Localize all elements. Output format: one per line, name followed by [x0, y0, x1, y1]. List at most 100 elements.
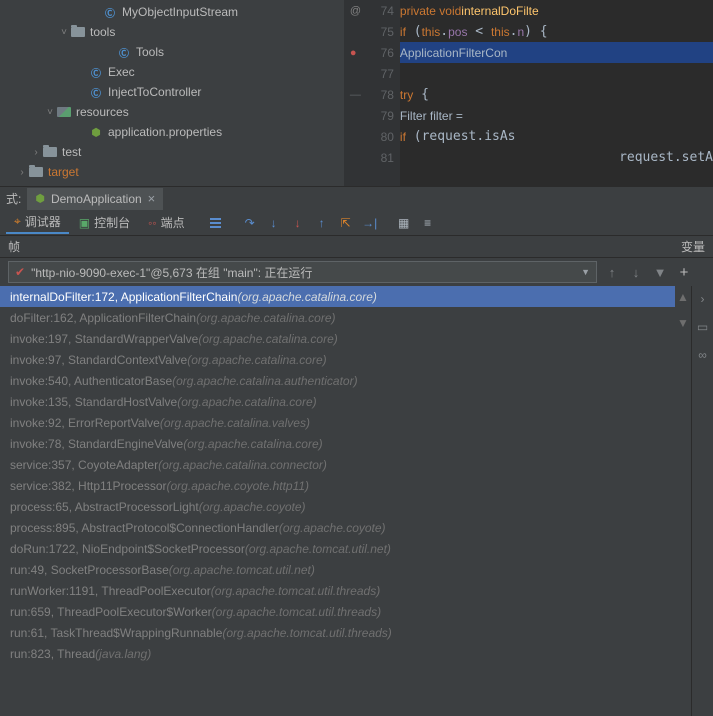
code-line[interactable]: if (request.isAs [400, 126, 713, 147]
tree-label: MyObjectInputStream [122, 5, 238, 19]
tab-console[interactable]: ▣ 控制台 [71, 212, 138, 233]
tab-breakpoints[interactable]: ◦◦ 端点 [140, 212, 193, 233]
code-line[interactable]: request.setA [400, 147, 713, 168]
stack-frame[interactable]: service:382, Http11Processor (org.apache… [0, 475, 675, 496]
gutter-line[interactable]: 77 [344, 63, 400, 84]
line-number: 81 [381, 151, 394, 165]
editor-code[interactable]: private void internalDoFilte if (this.po… [400, 0, 713, 186]
right-tool-gutter: › ▭ ∞ [691, 286, 713, 716]
scroll-up-icon[interactable]: ▲ [677, 290, 689, 304]
add-icon[interactable]: + [675, 264, 693, 281]
code-line[interactable] [400, 63, 713, 84]
frame-location: run:659, ThreadPoolExecutor$Worker [10, 605, 212, 619]
line-number: 77 [381, 67, 394, 81]
step-over-icon[interactable]: ↷ [239, 213, 261, 233]
tab-debugger[interactable]: ⌖ 调试器 [6, 211, 69, 234]
tree-label: Tools [136, 45, 164, 59]
run-to-cursor-icon[interactable]: →| [359, 213, 381, 233]
drop-frame-icon[interactable]: ⇱ [335, 213, 357, 233]
frame-package: (org.apache.coyote.http11) [167, 479, 310, 493]
scrollbar[interactable]: ▲ ▼ [675, 286, 691, 716]
stack-frame[interactable]: internalDoFilter:172, ApplicationFilterC… [0, 286, 675, 307]
folder-icon [42, 145, 58, 159]
console-icon: ▣ [79, 216, 90, 230]
stack-frame[interactable]: invoke:78, StandardEngineValve (org.apac… [0, 433, 675, 454]
code-line[interactable]: ApplicationFilterCon [400, 42, 713, 63]
scroll-down-icon[interactable]: ▼ [677, 316, 689, 330]
stack-frame[interactable]: invoke:97, StandardContextValve (org.apa… [0, 349, 675, 370]
stack-frame[interactable]: service:357, CoyoteAdapter (org.apache.c… [0, 454, 675, 475]
tree-item[interactable]: ⬢application.properties [0, 122, 344, 142]
editor[interactable]: @7475●76 77 — 78 7980 81 private void interna… [344, 0, 713, 186]
line-number: 74 [381, 4, 394, 18]
gutter-line[interactable]: 80 [344, 126, 400, 147]
code-line[interactable]: if (this.pos < this.n) { [400, 21, 713, 42]
tree-arrow-icon[interactable]: ˅ [44, 107, 56, 118]
stack-frame[interactable]: run:61, TaskThread$WrappingRunnable (org… [0, 622, 675, 643]
frame-package: (org.apache.catalina.core) [187, 353, 326, 367]
tree-item[interactable]: ⒸMyObjectInputStream [0, 2, 344, 22]
tree-arrow-icon[interactable]: ˅ [58, 27, 70, 38]
layout-icon[interactable] [205, 213, 227, 233]
arrow-right-icon[interactable]: › [701, 292, 705, 306]
gutter-line[interactable]: 81 [344, 147, 400, 168]
gutter-line[interactable]: 75 [344, 21, 400, 42]
tree-label: resources [76, 105, 129, 119]
gutter-mark-icon: — [350, 89, 361, 101]
stack-frame[interactable]: process:65, AbstractProcessorLight (org.… [0, 496, 675, 517]
stack-frame[interactable]: invoke:92, ErrorReportValve (org.apache.… [0, 412, 675, 433]
stack-frame[interactable]: invoke:135, StandardHostValve (org.apach… [0, 391, 675, 412]
next-frame-icon[interactable]: ↓ [627, 265, 645, 280]
tree-item[interactable]: ›target [0, 162, 344, 182]
stack-frame[interactable]: run:49, SocketProcessorBase (org.apache.… [0, 559, 675, 580]
gutter-line[interactable]: 79 [344, 105, 400, 126]
prev-frame-icon[interactable]: ↑ [603, 265, 621, 280]
close-icon[interactable]: × [148, 191, 156, 206]
frames-label: 帧 [8, 238, 20, 255]
clipboard-icon[interactable]: ▭ [697, 320, 708, 334]
tree-label: tools [90, 25, 115, 39]
tree-item[interactable]: ⒸInjectToController [0, 82, 344, 102]
gutter-line[interactable]: ●76 [344, 42, 400, 63]
code-line[interactable]: try { [400, 84, 713, 105]
force-step-into-icon[interactable]: ↓ [287, 213, 309, 233]
line-number: 78 [381, 88, 394, 102]
tree-label: InjectToController [108, 85, 201, 99]
run-tab[interactable]: ⬢ DemoApplication × [27, 188, 163, 210]
frame-package: (org.apache.tomcat.util.net) [169, 563, 315, 577]
stack-frame[interactable]: run:823, Thread (java.lang) [0, 643, 675, 664]
gutter-line[interactable]: @74 [344, 0, 400, 21]
step-out-icon[interactable]: ↑ [311, 213, 333, 233]
gutter-line[interactable]: — 78 [344, 84, 400, 105]
project-tree[interactable]: ⒸMyObjectInputStream ˅ tools ⒸToolsⒸExecⒸIn… [0, 0, 344, 186]
stack-frame[interactable]: invoke:197, StandardWrapperValve (org.ap… [0, 328, 675, 349]
glasses-icon[interactable]: ∞ [698, 348, 707, 362]
stack-frame[interactable]: runWorker:1191, ThreadPoolExecutor (org.… [0, 580, 675, 601]
tree-item[interactable]: ˅ tools [0, 22, 344, 42]
frame-package: (org.apache.tomcat.util.threads) [222, 626, 391, 640]
call-stack[interactable]: internalDoFilter:172, ApplicationFilterC… [0, 286, 675, 716]
frame-location: internalDoFilter:172, ApplicationFilterC… [10, 290, 237, 304]
tree-arrow-icon[interactable]: › [30, 147, 42, 158]
tree-item[interactable]: ›test [0, 142, 344, 162]
evaluate-icon[interactable]: ▦ [393, 213, 415, 233]
tree-item[interactable]: ⒸTools [0, 42, 344, 62]
code-line[interactable]: private void internalDoFilte [400, 0, 713, 21]
tree-arrow-icon[interactable]: › [16, 167, 28, 178]
stack-frame[interactable]: run:659, ThreadPoolExecutor$Worker (org.… [0, 601, 675, 622]
stack-frame[interactable]: invoke:540, AuthenticatorBase (org.apach… [0, 370, 675, 391]
tree-item[interactable]: ˅ resources [0, 102, 344, 122]
tree-item[interactable]: ⒸExec [0, 62, 344, 82]
stack-frame[interactable]: process:895, AbstractProtocol$Connection… [0, 517, 675, 538]
step-into-icon[interactable]: ↓ [263, 213, 285, 233]
tree-label: Exec [108, 65, 135, 79]
frame-location: service:382, Http11Processor [10, 479, 167, 493]
stack-frame[interactable]: doRun:1722, NioEndpoint$SocketProcessor … [0, 538, 675, 559]
stack-frame[interactable]: doFilter:162, ApplicationFilterChain (or… [0, 307, 675, 328]
filter-icon[interactable]: ▼ [651, 265, 669, 280]
thread-select[interactable]: ✔ "http-nio-9090-exec-1"@5,673 在组 "main"… [8, 261, 597, 283]
thread-name: "http-nio-9090-exec-1"@5,673 在组 "main": … [31, 264, 312, 281]
trace-icon[interactable]: ≡ [417, 213, 439, 233]
code-line[interactable]: Filter filter = [400, 105, 713, 126]
thread-status-icon: ✔ [15, 265, 25, 279]
